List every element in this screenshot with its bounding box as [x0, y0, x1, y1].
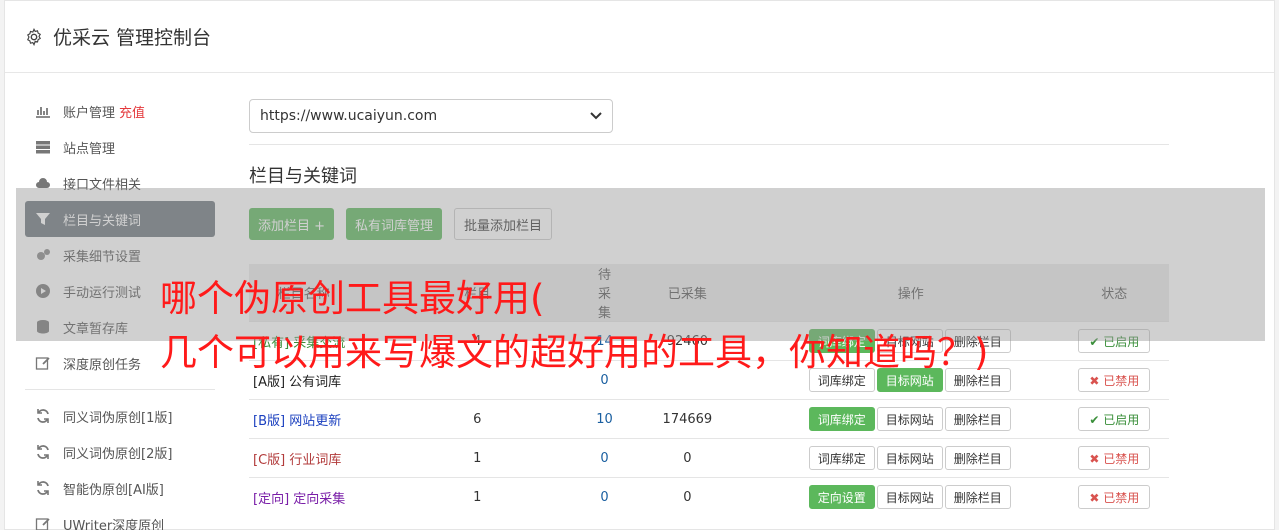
server-icon: [35, 139, 51, 155]
edit-icon: [35, 355, 51, 371]
actions-cell: 定向设置 目标网站 删除栏目: [761, 477, 1060, 517]
bar-chart-icon: [35, 103, 51, 119]
table-row: [B版] 网站更新 6 10 174669 词库绑定 目标网站 删除栏目 ✔ 已启用: [249, 399, 1169, 439]
sidebar-item[interactable]: UWriter深度原创: [25, 506, 215, 530]
column-count-cell: 1: [358, 438, 597, 478]
collected-count-cell: 0: [612, 477, 762, 517]
target-site-button[interactable]: 目标网站: [876, 407, 943, 431]
table-row: [C版] 行业词库 1 0 0 词库绑定 目标网站 删除栏目 ✖ 已禁用: [249, 438, 1169, 478]
gear-icon: [26, 27, 42, 46]
delete-column-button[interactable]: 删除栏目: [944, 446, 1011, 470]
site-select[interactable]: https://www.ucaiyun.com: [249, 99, 613, 133]
sidebar-item-label: UWriter深度原创: [63, 518, 165, 530]
sidebar-item[interactable]: 同义词伪原创[1版]: [25, 398, 215, 434]
refresh-icon: [35, 480, 51, 496]
edit-icon: [35, 516, 51, 530]
sidebar-item-label: 同义词伪原创[2版]: [63, 446, 173, 462]
sidebar-item[interactable]: 同义词伪原创[2版]: [25, 434, 215, 470]
actions-cell: 词库绑定 目标网站 删除栏目: [761, 438, 1060, 478]
column-name-cell[interactable]: [C版] 行业词库: [249, 438, 359, 478]
table-row: [定向] 定向采集 1 0 0 定向设置 目标网站 删除栏目 ✖ 已禁用: [249, 477, 1169, 517]
sidebar-item-label: 智能伪原创[AI版]: [63, 482, 164, 498]
collected-count-cell: 0: [612, 438, 762, 478]
sidebar-item[interactable]: 账户管理 充值: [25, 93, 215, 129]
delete-column-button[interactable]: 删除栏目: [944, 407, 1011, 431]
recharge-link[interactable]: 充值: [119, 102, 145, 121]
status-toggle[interactable]: ✔ 已启用: [1078, 407, 1151, 431]
sidebar-item-label: 同义词伪原创[1版]: [63, 410, 173, 426]
refresh-icon: [35, 408, 51, 424]
header: 优采云 管理控制台: [5, 1, 1274, 73]
bind-lexicon-button[interactable]: 词库绑定: [808, 446, 875, 470]
bind-lexicon-button[interactable]: 词库绑定: [808, 407, 875, 431]
status-cell: ✖ 已禁用: [1059, 477, 1169, 517]
chevron-down-icon: [590, 112, 602, 120]
divider: [249, 144, 1169, 145]
column-count-cell: 6: [358, 399, 597, 439]
pending-count-cell: 0: [596, 477, 613, 517]
banner-line-1: 哪个伪原创工具最好用(: [160, 277, 545, 320]
status-toggle[interactable]: ✖ 已禁用: [1078, 368, 1151, 392]
collected-count-cell: 174669: [612, 399, 762, 439]
status-cell: ✔ 已启用: [1059, 399, 1169, 439]
sidebar-item[interactable]: 站点管理: [25, 129, 215, 165]
pending-count-cell: 0: [596, 438, 613, 478]
sidebar-item-label: 深度原创任务: [63, 357, 142, 373]
target-site-button[interactable]: 目标网站: [876, 485, 943, 510]
sidebar-item-label: 账户管理: [63, 105, 116, 121]
section-title: 栏目与关键词: [249, 166, 357, 187]
status-cell: ✖ 已禁用: [1059, 360, 1169, 400]
banner-line-2: 几个可以用来写爆文的超好用的工具，你知道吗？): [160, 331, 989, 374]
sidebar-item-label: 站点管理: [63, 141, 116, 157]
column-name-cell[interactable]: [定向] 定向采集: [249, 477, 359, 517]
target-site-button[interactable]: 目标网站: [876, 446, 943, 470]
delete-column-button[interactable]: 删除栏目: [944, 485, 1011, 510]
bind-lexicon-button[interactable]: 定向设置: [808, 485, 875, 510]
status-cell: ✖ 已禁用: [1059, 438, 1169, 478]
status-toggle[interactable]: ✖ 已禁用: [1078, 446, 1151, 470]
column-name-cell[interactable]: [B版] 网站更新: [249, 399, 359, 439]
refresh-icon: [35, 444, 51, 460]
pending-count-cell: 10: [596, 399, 613, 439]
actions-cell: 词库绑定 目标网站 删除栏目: [761, 399, 1060, 439]
status-toggle[interactable]: ✖ 已禁用: [1078, 485, 1151, 510]
column-count-cell: 1: [358, 477, 597, 517]
overlay-banner: 哪个伪原创工具最好用( 几个可以用来写爆文的超好用的工具，你知道吗？): [160, 272, 988, 380]
site-select-value: https://www.ucaiyun.com: [260, 108, 438, 124]
page-title: 优采云 管理控制台: [53, 27, 212, 49]
sidebar-item[interactable]: 智能伪原创[AI版]: [25, 470, 215, 506]
sidebar-divider: [25, 389, 215, 390]
